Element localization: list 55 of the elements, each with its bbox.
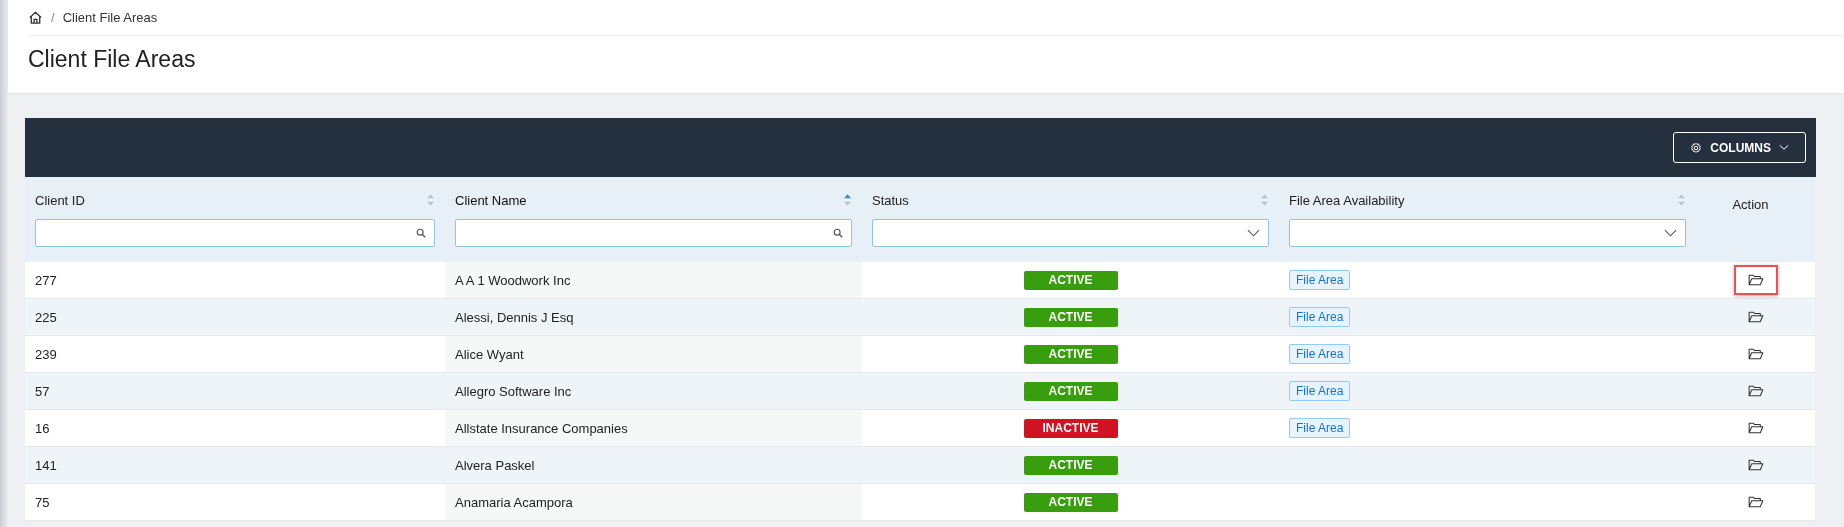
table-cell: Alessi, Dennis J Esq xyxy=(455,309,574,325)
table-cell: 141 xyxy=(35,457,57,473)
file-area-tag[interactable]: File Area xyxy=(1289,307,1351,327)
chevron-icon xyxy=(1247,229,1260,237)
chevron-icon xyxy=(1664,229,1677,237)
column-header[interactable]: File Area Availability xyxy=(1289,192,1405,208)
table-cell: Allstate Insurance Companies xyxy=(455,420,628,436)
file-area-tag[interactable]: File Area xyxy=(1289,344,1351,364)
columns-button[interactable]: COLUMNS xyxy=(1673,132,1806,163)
table-cell: 16 xyxy=(35,420,50,436)
folder-icon xyxy=(1747,311,1764,323)
breadcrumb-item: Client File Areas xyxy=(62,10,158,25)
file-area-tag[interactable]: File Area xyxy=(1289,270,1351,290)
page-title: Client File Areas xyxy=(28,45,197,73)
table-cell: 57 xyxy=(35,383,50,399)
search-icon xyxy=(833,228,843,238)
table-cell: Anamaria Acampora xyxy=(455,494,573,510)
search-field[interactable] xyxy=(455,219,852,247)
folder-icon xyxy=(1747,422,1764,434)
search-field[interactable] xyxy=(35,219,435,247)
status-badge: ACTIVE xyxy=(1023,492,1118,512)
table-cell: 239 xyxy=(35,346,57,362)
column-header[interactable]: Client ID xyxy=(35,192,85,208)
table-cell: Alvera Paskel xyxy=(455,457,535,473)
folder-icon xyxy=(1747,385,1764,397)
folder-icon xyxy=(1747,274,1764,286)
folder-icon xyxy=(1747,348,1764,360)
status-badge: ACTIVE xyxy=(1023,270,1118,290)
status-badge: ACTIVE xyxy=(1023,381,1118,401)
dropdown-field[interactable] xyxy=(1289,219,1686,247)
table-cell: 277 xyxy=(35,272,57,288)
file-area-tag[interactable]: File Area xyxy=(1289,418,1351,438)
table-cell: Alice Wyant xyxy=(455,346,524,362)
caret-icon xyxy=(1779,144,1789,151)
breadcrumb-separator: / xyxy=(51,10,55,25)
home-icon[interactable] xyxy=(28,10,43,25)
table-cell: 75 xyxy=(35,494,50,510)
table-cell: A A 1 Woodwork Inc xyxy=(455,272,571,288)
sort-icon[interactable] xyxy=(843,193,852,207)
folder-icon xyxy=(1747,496,1764,508)
status-badge: ACTIVE xyxy=(1023,344,1118,364)
folder-icon xyxy=(1747,459,1764,471)
status-badge: ACTIVE xyxy=(1023,307,1118,327)
column-header[interactable]: Status xyxy=(872,192,909,208)
table-cell: Allegro Software Inc xyxy=(455,383,572,399)
column-header[interactable]: Client Name xyxy=(455,192,527,208)
search-icon xyxy=(416,228,426,238)
file-area-tag[interactable]: File Area xyxy=(1289,381,1351,401)
status-badge: INACTIVE xyxy=(1023,418,1118,438)
table-cell: 225 xyxy=(35,309,57,325)
column-header: Action xyxy=(1732,196,1769,212)
settings-icon xyxy=(1690,141,1703,154)
dropdown-field[interactable] xyxy=(872,219,1269,247)
open-folder-button[interactable] xyxy=(1733,265,1778,295)
status-badge: ACTIVE xyxy=(1023,455,1118,475)
